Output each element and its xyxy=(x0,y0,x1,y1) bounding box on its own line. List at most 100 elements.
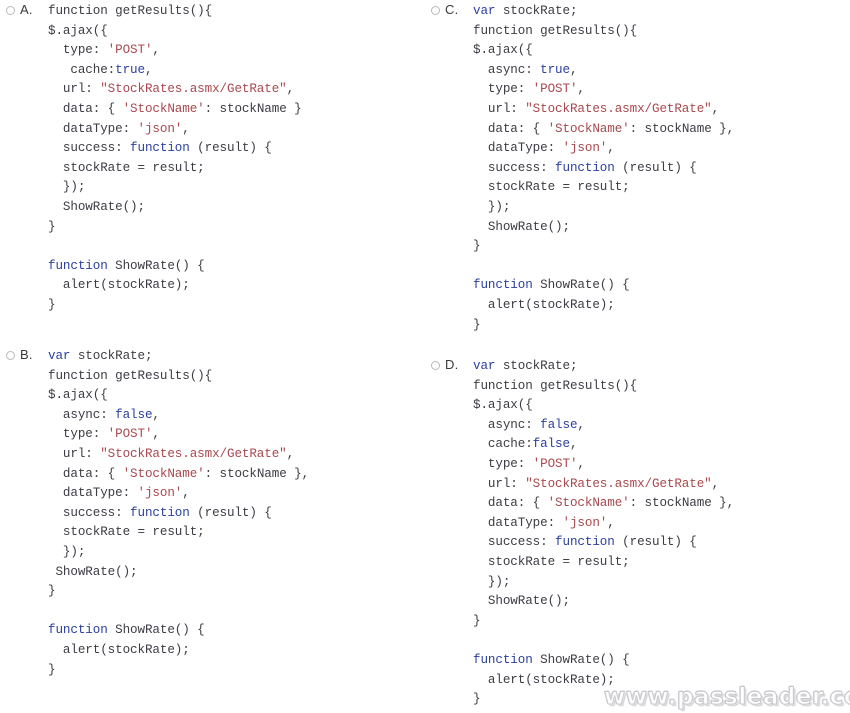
code-token: alert(stockRate); xyxy=(48,642,190,657)
code-token: url: xyxy=(473,101,526,116)
code-token: success: xyxy=(473,160,556,175)
code-token: , xyxy=(577,417,585,432)
code-token: type: xyxy=(473,82,533,97)
code-token: dataType: xyxy=(48,486,138,501)
code-token: ShowRate(); xyxy=(473,219,570,234)
code-token: $.ajax({ xyxy=(48,23,108,38)
answer-choice-b[interactable]: B. var stockRate; function getResults(){… xyxy=(6,347,309,680)
code-token: var xyxy=(473,4,496,18)
code-token: function xyxy=(555,160,615,175)
code-token: , xyxy=(286,82,295,97)
code-token: } xyxy=(473,692,481,707)
code-token: function getResults(){ xyxy=(48,4,213,18)
code-token: "StockRates.asmx/GetRate" xyxy=(100,446,287,461)
code-token: dataType: xyxy=(473,141,563,156)
code-token: data: { xyxy=(48,101,123,116)
code-token: }); xyxy=(473,199,511,214)
answer-choice-d[interactable]: D. var stockRate; function getResults(){… xyxy=(431,357,734,710)
code-token: function xyxy=(48,623,108,638)
code-token: $.ajax({ xyxy=(48,388,108,403)
code-token: 'StockName' xyxy=(122,101,205,116)
code-token: }); xyxy=(48,180,86,195)
code-token: 'POST' xyxy=(107,43,153,58)
code-token: success: xyxy=(473,535,556,550)
code-token: async: xyxy=(473,417,541,432)
answer-choice-a[interactable]: A. function getResults(){ $.ajax({ type:… xyxy=(6,2,302,316)
code-token: stockRate; xyxy=(495,359,578,373)
code-token: function xyxy=(555,535,615,550)
code-block-b: var stockRate; function getResults(){ $.… xyxy=(48,347,309,680)
code-token: , xyxy=(607,141,615,156)
code-token: stockRate = result; xyxy=(48,160,205,175)
code-token: ShowRate() { xyxy=(107,623,205,638)
code-token: (result) { xyxy=(189,505,272,520)
code-token: true xyxy=(115,62,145,77)
code-token: : stockName }, xyxy=(629,496,735,511)
code-token: ShowRate() { xyxy=(532,278,630,293)
code-token: data: { xyxy=(473,496,548,511)
code-token: false xyxy=(540,417,578,432)
code-token: url: xyxy=(473,476,526,491)
code-token: alert(stockRate); xyxy=(473,672,615,687)
code-token: url: xyxy=(48,82,101,97)
code-token: dataType: xyxy=(48,121,138,136)
code-token: "StockRates.asmx/GetRate" xyxy=(100,82,287,97)
code-token: } xyxy=(48,662,56,677)
answer-choice-c[interactable]: C. var stockRate; function getResults(){… xyxy=(431,2,734,335)
code-token: , xyxy=(152,43,160,58)
choice-letter-a: A. xyxy=(20,2,33,17)
code-token: true xyxy=(540,62,570,77)
code-token: , xyxy=(607,515,615,530)
code-token: 'POST' xyxy=(107,427,153,442)
code-token: cache: xyxy=(473,437,533,452)
choice-letter-c: C. xyxy=(445,2,459,17)
radio-button-c[interactable] xyxy=(431,6,440,15)
code-token: 'POST' xyxy=(532,82,578,97)
code-token: , xyxy=(711,101,720,116)
code-token: , xyxy=(286,446,295,461)
choice-letter-d: D. xyxy=(445,357,459,372)
code-token: function getResults(){ xyxy=(473,378,638,393)
code-token: } xyxy=(473,613,481,628)
code-token: $.ajax({ xyxy=(473,398,533,413)
code-token: stockRate; xyxy=(495,4,578,18)
code-token: success: xyxy=(48,505,131,520)
code-token: 'StockName' xyxy=(122,466,205,481)
code-token: ShowRate() { xyxy=(107,258,205,273)
code-token: }); xyxy=(48,544,86,559)
code-token: function xyxy=(130,141,190,156)
code-token: alert(stockRate); xyxy=(473,297,615,312)
code-token: , xyxy=(577,82,585,97)
radio-button-b[interactable] xyxy=(6,351,15,360)
code-token: : stockName }, xyxy=(629,121,735,136)
radio-button-d[interactable] xyxy=(431,361,440,370)
code-token: stockRate; xyxy=(70,349,153,363)
code-block-d: var stockRate; function getResults(){ $.… xyxy=(473,357,734,710)
code-token: dataType: xyxy=(473,515,563,530)
code-token: , xyxy=(711,476,720,491)
code-token: function xyxy=(48,258,108,273)
code-token: alert(stockRate); xyxy=(48,278,190,293)
code-block-c: var stockRate; function getResults(){ $.… xyxy=(473,2,734,335)
code-token: , xyxy=(144,62,153,77)
code-token: type: xyxy=(473,456,533,471)
site-watermark: www.passleader.com xyxy=(604,684,850,711)
radio-button-a[interactable] xyxy=(6,6,15,15)
code-token: , xyxy=(182,486,190,501)
code-token: , xyxy=(569,62,578,77)
code-token: "StockRates.asmx/GetRate" xyxy=(525,476,712,491)
code-token: type: xyxy=(48,427,108,442)
choice-letter-b: B. xyxy=(20,347,33,362)
code-token: } xyxy=(473,317,481,332)
code-token: } xyxy=(48,297,56,312)
code-token: (result) { xyxy=(614,160,697,175)
code-token: async: xyxy=(48,407,116,422)
code-token: url: xyxy=(48,446,101,461)
code-token: 'json' xyxy=(137,486,183,501)
code-token: ShowRate(); xyxy=(473,594,570,609)
code-token: , xyxy=(577,456,585,471)
code-token: } xyxy=(48,584,56,599)
code-token: async: xyxy=(473,62,541,77)
code-block-a: function getResults(){ $.ajax({ type: 'P… xyxy=(48,2,302,316)
code-token: false xyxy=(115,407,153,422)
